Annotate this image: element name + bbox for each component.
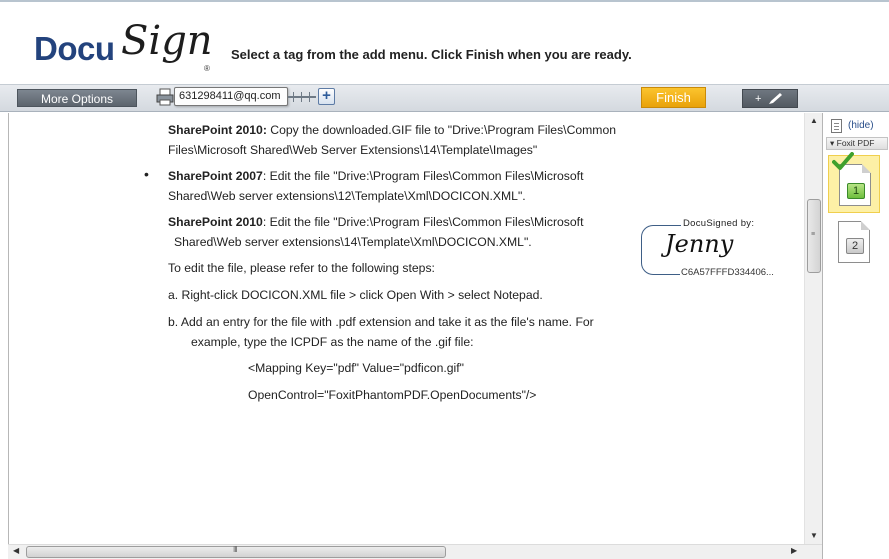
page-thumbnail-1[interactable]: 1 (828, 152, 880, 213)
hide-panel-link[interactable]: (hide) (848, 120, 874, 131)
more-options-button[interactable]: More Options (17, 89, 137, 107)
doc-line: SharePoint 2007: Edit the file "Drive:\P… (168, 169, 584, 183)
plus-icon: + (755, 93, 762, 105)
horizontal-scroll-thumb[interactable]: III (26, 545, 446, 558)
scroll-right-arrow-icon[interactable]: ▶ (791, 546, 797, 555)
doc-line: SharePoint 2010: Edit the file "Drive:\P… (168, 215, 584, 229)
registered-mark: ® (204, 64, 210, 73)
document-viewer: SharePoint 2010: Copy the downloaded.GIF… (8, 113, 823, 544)
vertical-scrollbar[interactable]: ▲ ≡ ▼ (804, 113, 823, 544)
docusign-signature-block: DocuSigned by: Jenny C6A57FFFD334406... (641, 216, 791, 284)
page-thumbnail-image: 2 (838, 221, 870, 263)
grip-icon: III (233, 545, 238, 554)
doc-line: b. Add an entry for the file with .pdf e… (168, 315, 594, 329)
page-number-badge: 1 (847, 183, 865, 199)
doc-line: To edit the file, please refer to the fo… (168, 261, 435, 275)
bullet: • (144, 166, 149, 182)
checkmark-icon (832, 152, 854, 170)
signature-label: DocuSigned by: (681, 218, 757, 229)
doc-line: a. Right-click DOCICON.XML file > click … (168, 288, 543, 302)
instruction-text: Select a tag from the add menu. Click Fi… (231, 47, 632, 62)
scroll-down-arrow-icon[interactable]: ▼ (810, 531, 818, 540)
doc-line: example, type the ICPDF as the name of t… (191, 335, 474, 349)
grip-icon: ≡ (811, 231, 816, 238)
signature-handwriting: Jenny (665, 230, 734, 258)
print-icon[interactable] (156, 88, 174, 106)
pen-icon (769, 93, 782, 104)
page-number-badge: 2 (846, 238, 864, 254)
page-icon (831, 119, 842, 133)
signature-id: C6A57FFFD334406... (680, 267, 775, 278)
document-tab-foxit-pdf[interactable]: ▾ Foxit PDF (826, 137, 888, 150)
logo-docu-text: Docu (34, 30, 115, 67)
zoom-tick (293, 92, 294, 102)
add-tag-menu-button[interactable]: + (742, 89, 798, 108)
doc-line: SharePoint 2010: Copy the downloaded.GIF… (168, 123, 617, 137)
page-thumbnail-2[interactable]: 2 (828, 217, 880, 275)
zoom-in-button[interactable]: + (318, 88, 335, 105)
logo-sign-text: Sign (121, 18, 213, 64)
finish-button[interactable]: Finish (641, 87, 706, 108)
doc-line: Shared\Web server extensions\14\Template… (174, 235, 532, 249)
page-thumbnail-panel: (hide) ▾ Foxit PDF 1 2 (822, 113, 889, 559)
doc-line: <Mapping Key="pdf" Value="pdficon.gif" (248, 361, 464, 375)
doc-line: Shared\Web server extensions\12\Template… (168, 189, 526, 203)
scroll-left-arrow-icon[interactable]: ◀ (13, 546, 19, 555)
header: Docu Sign ® Select a tag from the add me… (0, 2, 889, 84)
document-page: SharePoint 2010: Copy the downloaded.GIF… (9, 113, 804, 544)
toolbar: More Options 631298411@qq.com + Finish + (0, 84, 889, 112)
doc-line: OpenControl="FoxitPhantomPDF.OpenDocumen… (248, 388, 537, 402)
vertical-scroll-thumb[interactable]: ≡ (807, 199, 821, 273)
recipient-email-tag[interactable]: 631298411@qq.com (174, 87, 288, 106)
zoom-tick (301, 92, 302, 102)
zoom-tick (309, 92, 310, 102)
scroll-up-arrow-icon[interactable]: ▲ (810, 116, 818, 125)
horizontal-scrollbar[interactable]: ◀ III ▶ (8, 544, 822, 559)
doc-line: Files\Microsoft Shared\Web Server Extens… (168, 143, 538, 157)
